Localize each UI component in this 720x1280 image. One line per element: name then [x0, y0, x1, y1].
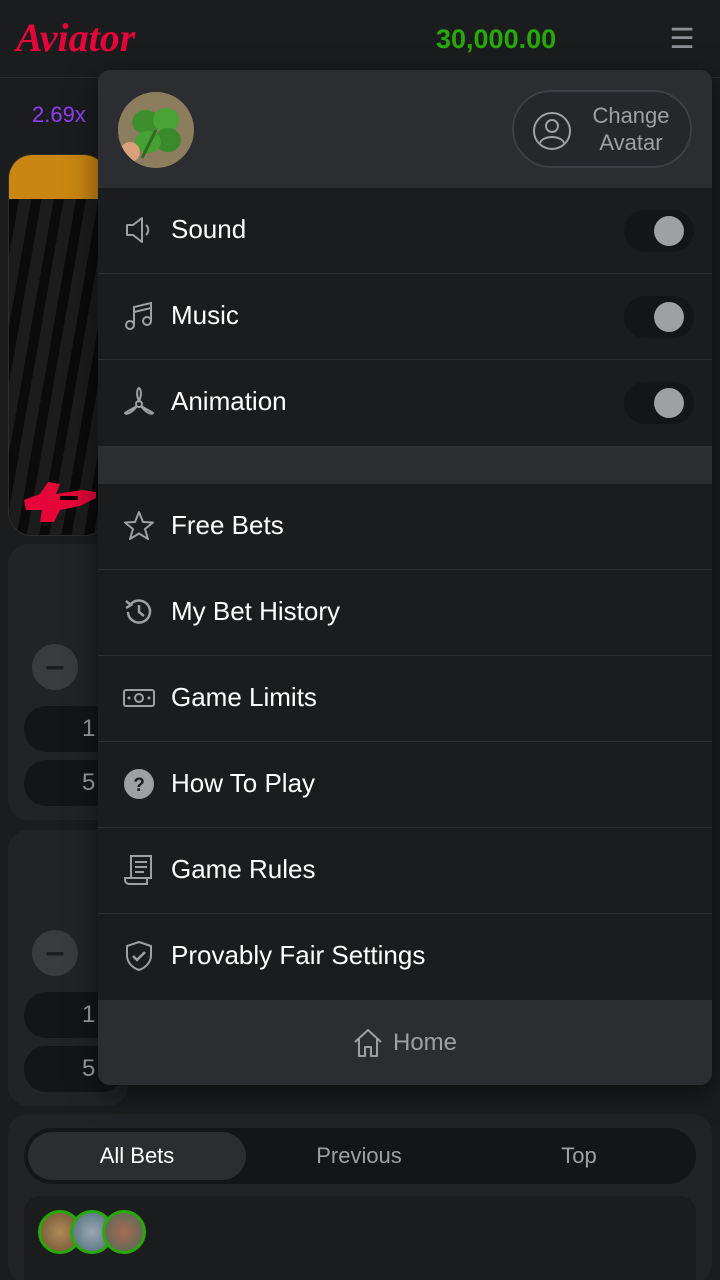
canvas-top-bar [9, 155, 107, 199]
clover-icon [118, 92, 194, 168]
banknote-icon [123, 689, 155, 707]
home-button[interactable]: Home [98, 1001, 712, 1085]
tab-previous[interactable]: Previous [250, 1132, 468, 1180]
home-label: Home [393, 1029, 458, 1056]
bets-tabs: All Bets Previous Top [24, 1128, 696, 1184]
menu-item-music: Music [98, 274, 712, 360]
change-avatar-line2: Avatar [599, 130, 663, 155]
music-label: Music [171, 300, 239, 330]
decrease-bet-button[interactable]: – [32, 644, 78, 690]
star-icon [124, 511, 154, 540]
avatar [102, 1210, 146, 1254]
menu-item-sound: Sound [98, 188, 712, 274]
propeller-icon [123, 386, 155, 415]
sound-label: Sound [171, 214, 247, 244]
home-icon [354, 1029, 382, 1057]
how-to-play-label: How To Play [171, 768, 316, 798]
change-avatar-line1: Change [592, 103, 670, 128]
music-toggle[interactable] [624, 296, 694, 338]
menu-item-game-limits[interactable]: Game Limits [98, 656, 712, 742]
top-header: Aviator 30,000.00 ☰ [0, 0, 720, 78]
history-multiplier[interactable]: 2.69x [32, 102, 86, 128]
menu-divider [98, 446, 712, 484]
aviator-logo: Aviator [16, 15, 136, 60]
change-avatar-button[interactable]: Change Avatar [512, 90, 692, 168]
document-icon [124, 855, 152, 885]
change-avatar-label: Change Avatar [576, 102, 686, 156]
menu-item-free-bets[interactable]: Free Bets [98, 484, 712, 570]
svg-text:?: ? [133, 775, 145, 796]
bets-list [24, 1196, 696, 1280]
shield-check-icon [126, 941, 152, 971]
game-rules-label: Game Rules [171, 854, 316, 884]
menu-item-bet-history[interactable]: My Bet History [98, 570, 712, 656]
game-limits-label: Game Limits [171, 682, 317, 712]
menu-item-provably-fair[interactable]: Provably Fair Settings [98, 914, 712, 1000]
settings-menu: Change Avatar Sound Music Animation Free… [98, 70, 712, 1085]
history-icon [125, 599, 152, 624]
provably-fair-label: Provably Fair Settings [171, 940, 426, 970]
tab-top[interactable]: Top [470, 1132, 688, 1180]
question-icon: ? [124, 769, 154, 799]
animation-toggle[interactable] [624, 382, 694, 424]
free-bets-label: Free Bets [171, 510, 284, 540]
aviator-screen: Aviator 30,000.00 ☰ 2.69x – 1 5 – 1 5 Al… [0, 0, 720, 1280]
bets-section: All Bets Previous Top [8, 1114, 712, 1280]
bet-history-label: My Bet History [171, 596, 341, 626]
animation-label: Animation [171, 386, 287, 416]
toggle-knob [654, 216, 684, 246]
hamburger-menu-icon[interactable]: ☰ [664, 24, 700, 54]
tab-all-bets[interactable]: All Bets [28, 1132, 246, 1180]
avatar [118, 92, 194, 168]
balance-amount: 30,000.00 [436, 24, 557, 54]
toggle-knob [654, 302, 684, 332]
toggle-knob [654, 388, 684, 418]
menu-item-animation: Animation [98, 360, 712, 446]
music-note-icon [125, 301, 152, 330]
decrease-bet-button[interactable]: – [32, 930, 78, 976]
plane-icon [24, 482, 96, 522]
menu-profile-header: Change Avatar [98, 70, 712, 188]
user-circle-icon [533, 112, 571, 150]
menu-item-game-rules[interactable]: Game Rules [98, 828, 712, 914]
sound-toggle[interactable] [624, 210, 694, 252]
menu-item-how-to-play[interactable]: ? How To Play [98, 742, 712, 828]
speaker-icon [126, 217, 150, 243]
